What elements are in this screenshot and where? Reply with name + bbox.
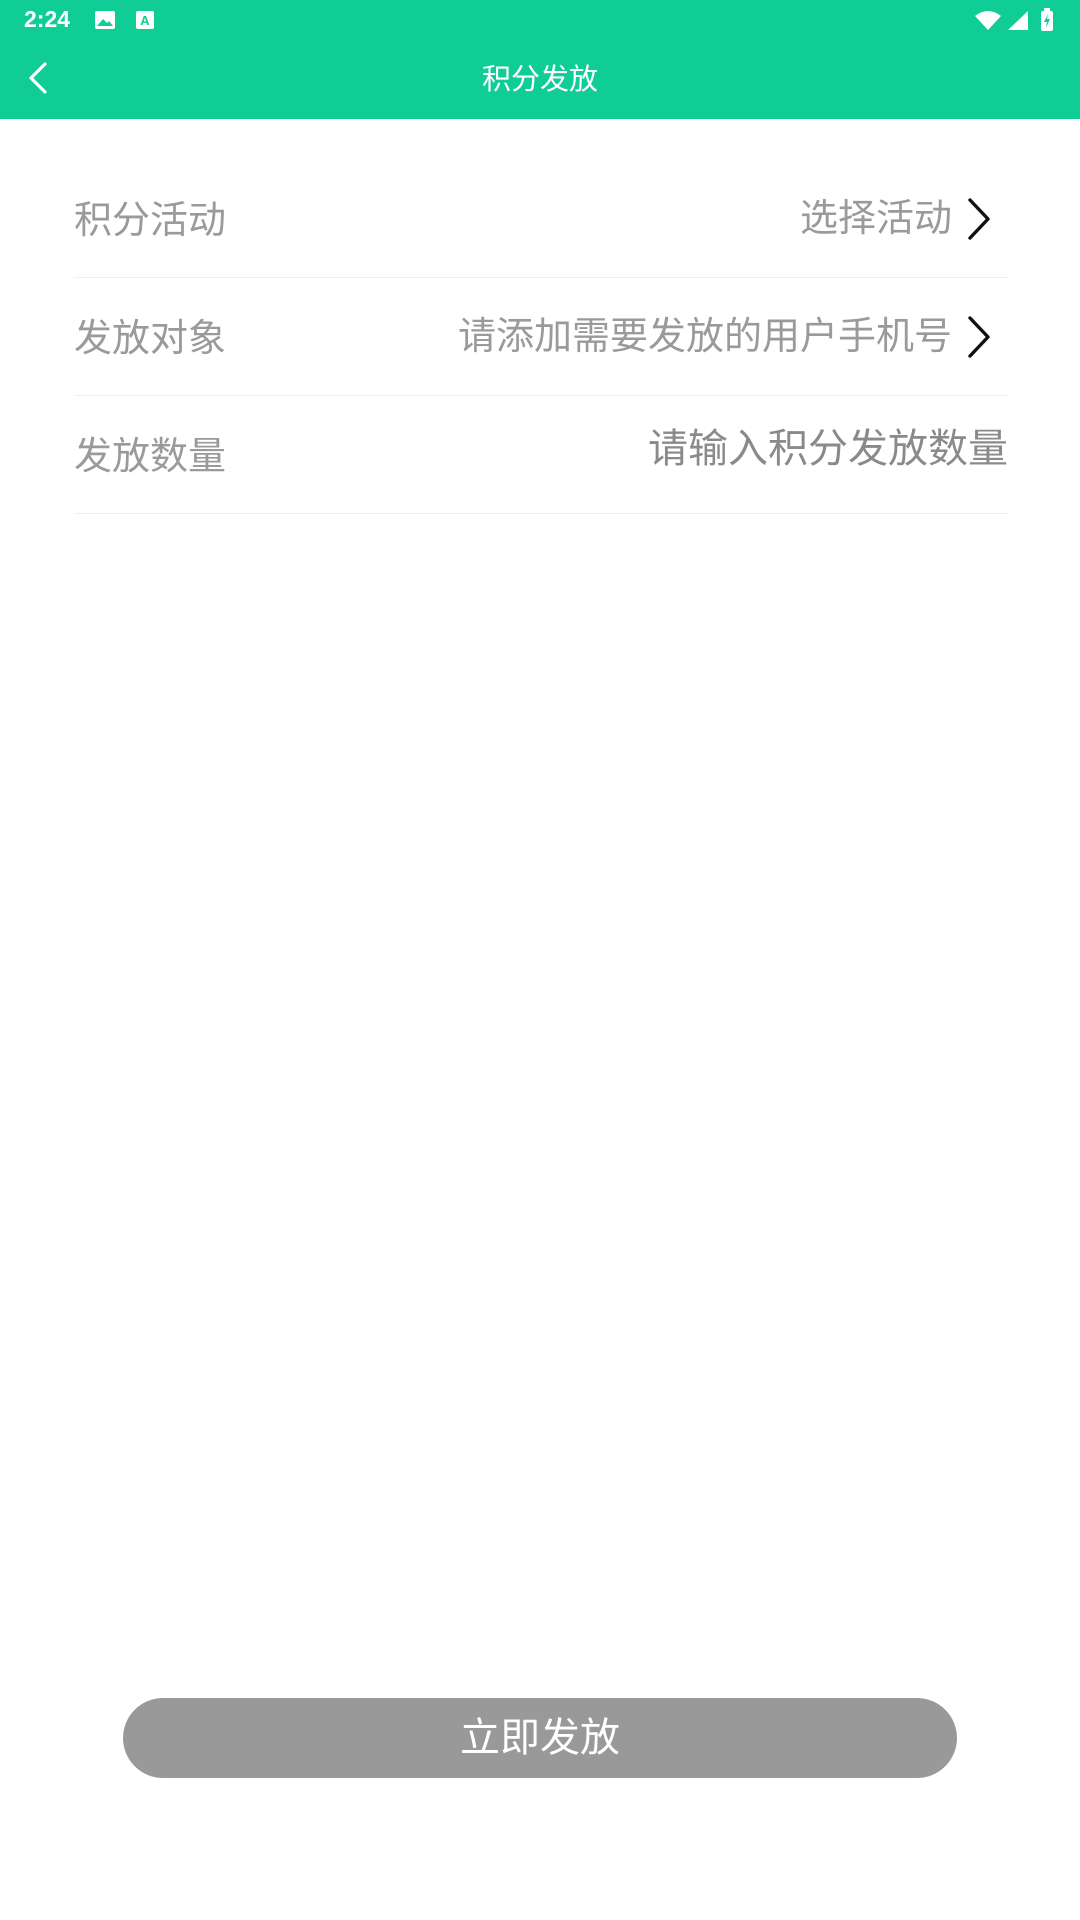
amount-label: 发放数量 xyxy=(74,434,227,478)
distribution-form: 积分活动 选择活动 发放对象 请添加需要发放的用户手机号 发放数量 xyxy=(74,160,1008,514)
submit-button[interactable]: 立即发放 xyxy=(123,1698,957,1778)
title-bar: 积分发放 xyxy=(0,40,1080,119)
back-button[interactable] xyxy=(14,50,62,110)
recipients-row[interactable]: 发放对象 请添加需要发放的用户手机号 xyxy=(74,278,1008,396)
wifi-icon xyxy=(974,10,1002,30)
amount-input[interactable] xyxy=(448,422,1008,476)
battery-icon xyxy=(1040,8,1054,32)
activity-row[interactable]: 积分活动 选择活动 xyxy=(74,160,1008,278)
svg-text:A: A xyxy=(140,13,150,28)
chevron-right-icon[interactable] xyxy=(964,314,994,360)
signal-icon xyxy=(1006,10,1030,30)
status-time: 2:24 xyxy=(24,6,71,32)
recipients-label: 发放对象 xyxy=(74,316,227,360)
recipients-select-value[interactable]: 请添加需要发放的用户手机号 xyxy=(458,310,952,362)
image-icon xyxy=(94,10,116,30)
screen: 2:24 A 积分发放 积分活动 选择活动 发放对象 请添加需要发放的用户手机号… xyxy=(0,0,1080,1920)
chevron-left-icon xyxy=(27,61,49,99)
amount-row: 发放数量 xyxy=(74,396,1008,514)
status-bar: 2:24 A xyxy=(0,0,1080,40)
activity-label: 积分活动 xyxy=(74,198,227,242)
chevron-right-icon[interactable] xyxy=(964,196,994,242)
page-title: 积分发放 xyxy=(481,62,598,96)
header-bar: 2:24 A 积分发放 xyxy=(0,0,1080,119)
activity-select-value[interactable]: 选择活动 xyxy=(800,192,952,244)
a-notification-icon: A xyxy=(134,10,156,30)
